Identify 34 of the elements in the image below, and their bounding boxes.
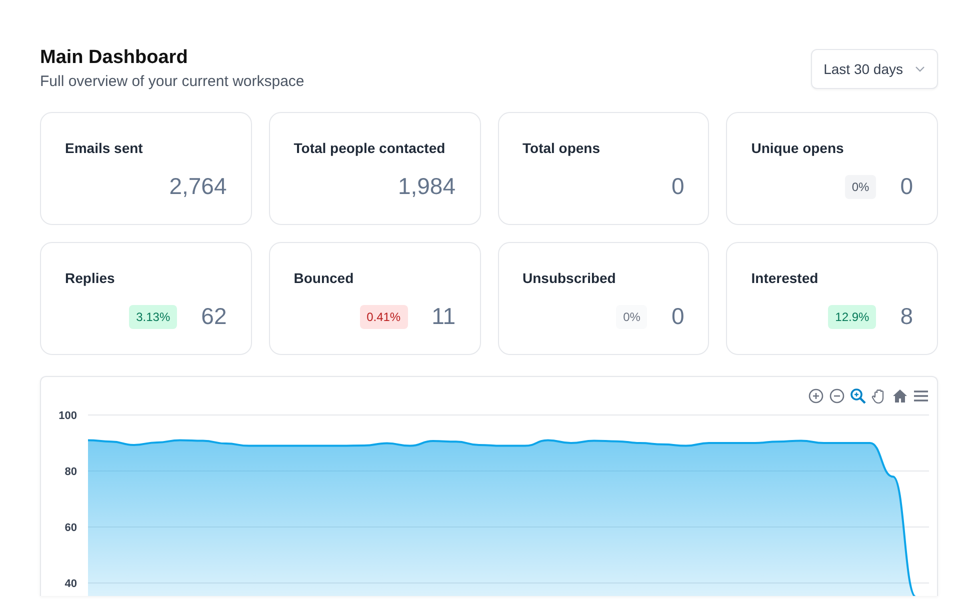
y-axis-label: 40 [64, 578, 77, 590]
chevron-down-icon [915, 66, 925, 72]
page-title: Main Dashboard [40, 47, 189, 69]
stat-label: Total people contacted [294, 140, 446, 156]
stat-value: 11 [432, 303, 456, 330]
zoom-out-icon[interactable] [829, 388, 845, 404]
menu-icon[interactable] [913, 388, 929, 404]
date-range-dropdown[interactable]: Last 30 days [810, 49, 938, 89]
percent-badge: 0% [616, 304, 648, 328]
stat-value: 1,984 [398, 173, 456, 200]
percent-badge: 12.9% [828, 304, 876, 328]
zoom-in-icon[interactable] [808, 388, 824, 404]
magnifier-icon[interactable] [850, 388, 866, 404]
stat-label: Replies [65, 270, 116, 286]
stat-value: 0 [900, 173, 913, 200]
stat-label: Unsubscribed [522, 270, 617, 286]
percent-badge: 3.13% [129, 304, 178, 328]
y-axis-label: 100 [58, 410, 77, 422]
stat-label: Total opens [522, 140, 602, 156]
y-axis-label: 80 [64, 466, 77, 478]
percent-badge: 0.41% [360, 304, 408, 328]
page-subtitle: Full overview of your current workspace [40, 73, 304, 90]
stat-label: Unique opens [751, 140, 845, 156]
stat-value: 2,764 [169, 173, 227, 200]
stat-value: 0 [671, 303, 684, 330]
percent-badge: 0% [844, 174, 876, 198]
stat-value: 62 [201, 303, 227, 330]
stat-value: 8 [900, 303, 913, 330]
stat-label: Emails sent [65, 140, 144, 156]
stat-value: 0 [671, 173, 684, 200]
home-icon[interactable] [892, 388, 908, 404]
stat-label: Bounced [294, 270, 355, 286]
stat-label: Interested [751, 270, 820, 286]
y-axis-label: 60 [64, 522, 77, 534]
